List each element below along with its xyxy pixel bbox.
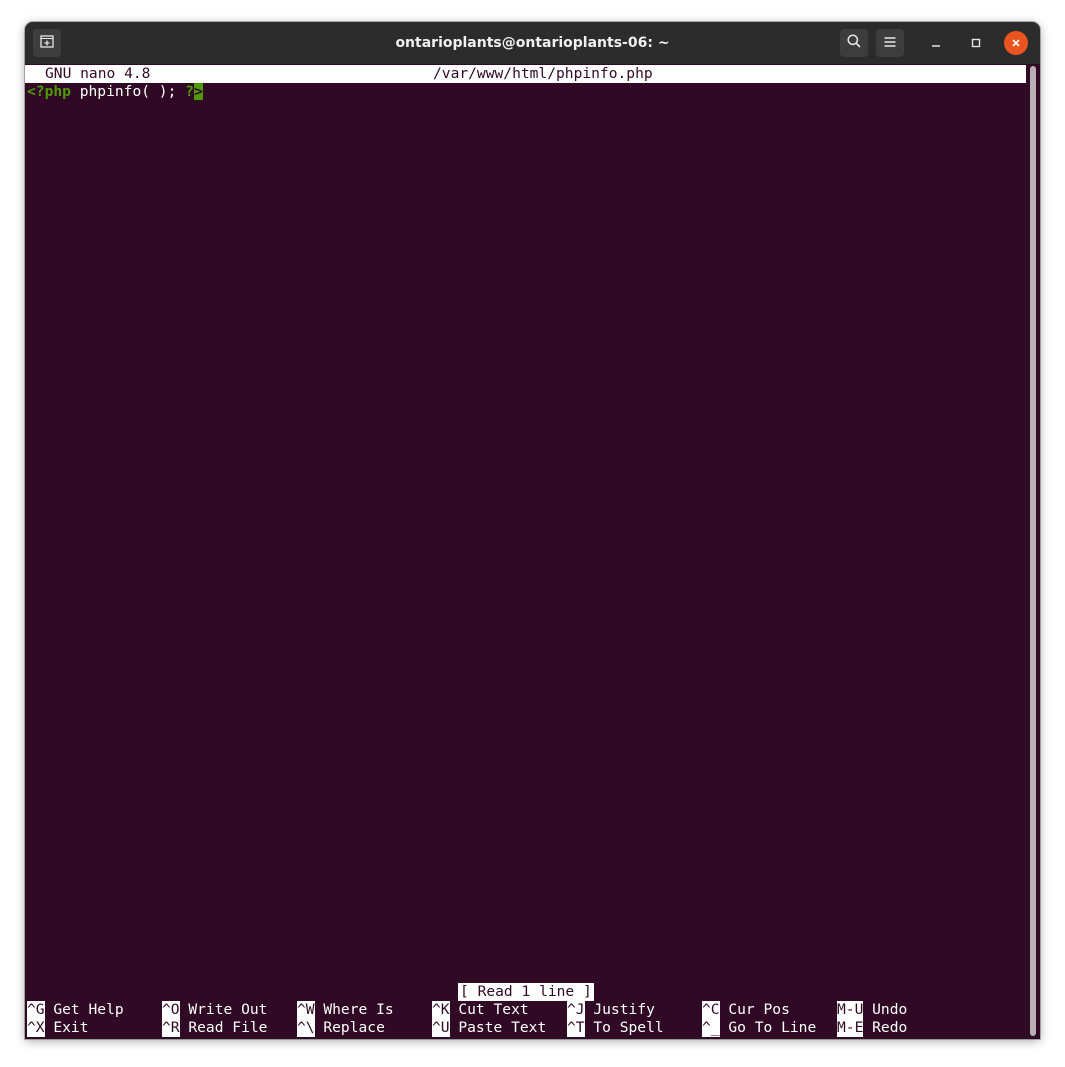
- shortcut-label: Undo: [863, 1001, 908, 1018]
- close-button[interactable]: [1004, 31, 1028, 55]
- terminal-content[interactable]: GNU nano 4.8 /var/www/html/phpinfo.php <…: [25, 64, 1040, 1039]
- shortcut-paste-text: ^U Paste Text: [432, 1019, 546, 1037]
- shortcut-cur-pos: ^C Cur Pos: [702, 1001, 790, 1019]
- shortcut-label: Replace: [314, 1019, 385, 1036]
- shortcut-key: ^G: [27, 1001, 45, 1019]
- close-icon: [1010, 34, 1022, 53]
- shortcut-read-file: ^R Read File: [162, 1019, 267, 1037]
- shortcut-label: Cut Text: [449, 1001, 529, 1018]
- minimize-icon: [930, 34, 942, 53]
- title-bar[interactable]: ontarioplants@ontarioplants-06: ~: [25, 22, 1040, 64]
- maximize-icon: [970, 34, 982, 53]
- shortcut-exit: ^X Exit: [27, 1019, 89, 1037]
- shortcut-write-out: ^O Write Out: [162, 1001, 267, 1019]
- shortcut-key: ^K: [432, 1001, 450, 1019]
- shortcut-replace: ^\ Replace: [297, 1019, 385, 1037]
- status-message: [ Read 1 line ]: [458, 983, 594, 1001]
- shortcut-key: ^U: [432, 1019, 450, 1037]
- shortcut-where-is: ^W Where Is: [297, 1001, 394, 1019]
- shortcut-to-spell: ^T To Spell: [567, 1019, 664, 1037]
- hamburger-menu-icon: [883, 34, 897, 53]
- shortcut-label: Read File: [179, 1019, 268, 1036]
- shortcut-key: ^X: [27, 1019, 45, 1037]
- shortcut-key: ^T: [567, 1019, 585, 1037]
- shortcut-cut-text: ^K Cut Text: [432, 1001, 529, 1019]
- text-cursor: >: [193, 83, 203, 100]
- shortcut-key: M-U: [837, 1001, 864, 1019]
- shortcut-label: Where Is: [314, 1001, 394, 1018]
- shortcut-key: ^R: [162, 1019, 180, 1037]
- nano-version: GNU nano 4.8: [45, 65, 151, 82]
- php-open-tag: <?php: [27, 83, 71, 100]
- shortcut-label: Justify: [584, 1001, 655, 1018]
- shortcut-label: Get Help: [44, 1001, 124, 1018]
- shortcut-label: Write Out: [179, 1001, 268, 1018]
- shortcut-redo: M-E Redo: [837, 1019, 907, 1037]
- shortcut-key: ^W: [297, 1001, 315, 1019]
- minimize-button[interactable]: [924, 31, 948, 55]
- code-body: phpinfo( );: [70, 83, 186, 100]
- maximize-button[interactable]: [964, 31, 988, 55]
- shortcut-key: ^J: [567, 1001, 585, 1019]
- shortcut-get-help: ^G Get Help: [27, 1001, 124, 1019]
- shortcut-key: ^C: [702, 1001, 720, 1019]
- search-button[interactable]: [840, 29, 868, 57]
- shortcut-label: Paste Text: [449, 1019, 547, 1036]
- shortcut-justify: ^J Justify: [567, 1001, 655, 1019]
- new-tab-icon: [39, 33, 55, 53]
- shortcut-label: To Spell: [584, 1019, 664, 1036]
- nano-header-bar: GNU nano 4.8 /var/www/html/phpinfo.php: [25, 65, 1026, 83]
- shortcut-key: M-E: [837, 1019, 864, 1037]
- menu-button[interactable]: [876, 29, 904, 57]
- code-line[interactable]: <?php phpinfo( ); ?>: [27, 83, 203, 101]
- shortcut-key: ^\: [297, 1019, 315, 1037]
- shortcut-key: ^_: [702, 1019, 720, 1037]
- shortcut-label: Exit: [44, 1019, 89, 1036]
- terminal-window: ontarioplants@ontarioplants-06: ~ GNU na…: [25, 22, 1040, 1039]
- search-icon: [846, 33, 862, 53]
- shortcut-go-to-line: ^_ Go To Line: [702, 1019, 816, 1037]
- nano-filename: /var/www/html/phpinfo.php: [433, 65, 653, 82]
- shortcut-label: Cur Pos: [719, 1001, 790, 1018]
- scrollbar[interactable]: [1030, 66, 1036, 1036]
- shortcut-undo: M-U Undo: [837, 1001, 907, 1019]
- shortcut-key: ^O: [162, 1001, 180, 1019]
- php-close-tag-question: ?: [185, 83, 194, 100]
- shortcut-label: Redo: [863, 1019, 908, 1036]
- shortcut-label: Go To Line: [719, 1019, 817, 1036]
- new-tab-button[interactable]: [33, 29, 61, 57]
